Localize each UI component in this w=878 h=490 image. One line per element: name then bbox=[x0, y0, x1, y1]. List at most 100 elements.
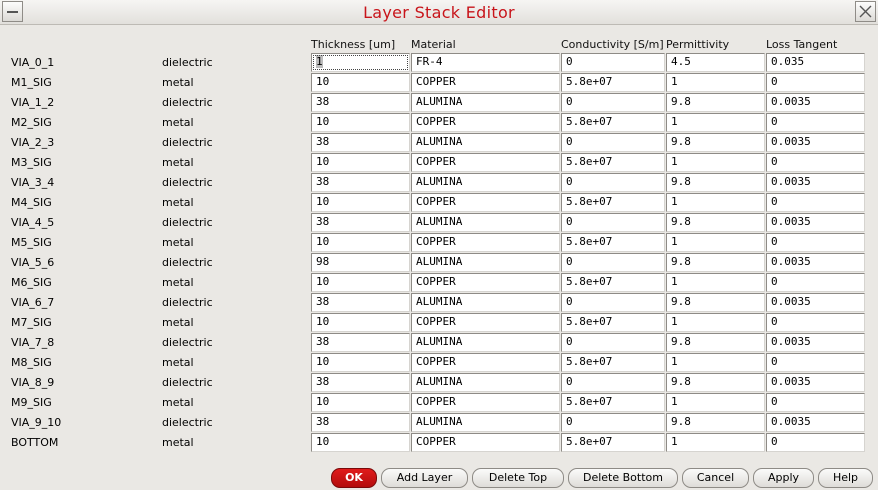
material-field[interactable]: ALUMINA bbox=[411, 133, 560, 152]
loss-tangent-field[interactable]: 0 bbox=[766, 273, 865, 292]
thickness-field[interactable]: 10 bbox=[311, 353, 410, 372]
add-layer-button[interactable]: Add Layer bbox=[381, 468, 468, 488]
conductivity-field[interactable]: 0 bbox=[561, 93, 665, 112]
loss-tangent-field[interactable]: 0 bbox=[766, 113, 865, 132]
cancel-button[interactable]: Cancel bbox=[682, 468, 749, 488]
ok-button[interactable]: OK bbox=[331, 468, 377, 488]
apply-button[interactable]: Apply bbox=[753, 468, 814, 488]
permittivity-field[interactable]: 9.8 bbox=[666, 293, 765, 312]
permittivity-field[interactable]: 9.8 bbox=[666, 253, 765, 272]
conductivity-field[interactable]: 5.8e+07 bbox=[561, 113, 665, 132]
permittivity-field[interactable]: 9.8 bbox=[666, 133, 765, 152]
material-field[interactable]: COPPER bbox=[411, 393, 560, 412]
loss-tangent-field[interactable]: 0.0035 bbox=[766, 133, 865, 152]
loss-tangent-field[interactable]: 0.035 bbox=[766, 53, 865, 72]
delete-top-button[interactable]: Delete Top bbox=[472, 468, 564, 488]
material-field[interactable]: COPPER bbox=[411, 233, 560, 252]
conductivity-field[interactable]: 0 bbox=[561, 333, 665, 352]
conductivity-field[interactable]: 5.8e+07 bbox=[561, 153, 665, 172]
material-field[interactable]: COPPER bbox=[411, 153, 560, 172]
thickness-field[interactable]: 38 bbox=[311, 93, 410, 112]
material-field[interactable]: ALUMINA bbox=[411, 93, 560, 112]
loss-tangent-field[interactable]: 0.0035 bbox=[766, 413, 865, 432]
material-field[interactable]: COPPER bbox=[411, 113, 560, 132]
thickness-field[interactable]: 10 bbox=[311, 393, 410, 412]
material-field[interactable]: COPPER bbox=[411, 313, 560, 332]
permittivity-field[interactable]: 1 bbox=[666, 433, 765, 452]
material-field[interactable]: COPPER bbox=[411, 433, 560, 452]
help-button[interactable]: Help bbox=[818, 468, 873, 488]
thickness-field[interactable]: 10 bbox=[311, 153, 410, 172]
permittivity-field[interactable]: 9.8 bbox=[666, 373, 765, 392]
permittivity-field[interactable]: 1 bbox=[666, 153, 765, 172]
thickness-field[interactable]: 10 bbox=[311, 73, 410, 92]
conductivity-field[interactable]: 0 bbox=[561, 133, 665, 152]
thickness-field[interactable]: 38 bbox=[311, 293, 410, 312]
thickness-field[interactable]: 38 bbox=[311, 213, 410, 232]
loss-tangent-field[interactable]: 0.0035 bbox=[766, 333, 865, 352]
loss-tangent-field[interactable]: 0.0035 bbox=[766, 253, 865, 272]
permittivity-field[interactable]: 4.5 bbox=[666, 53, 765, 72]
thickness-field[interactable]: 10 bbox=[311, 313, 410, 332]
material-field[interactable]: COPPER bbox=[411, 73, 560, 92]
thickness-field[interactable]: 10 bbox=[311, 433, 410, 452]
thickness-field[interactable]: 38 bbox=[311, 413, 410, 432]
conductivity-field[interactable]: 5.8e+07 bbox=[561, 193, 665, 212]
conductivity-field[interactable]: 0 bbox=[561, 413, 665, 432]
conductivity-field[interactable]: 5.8e+07 bbox=[561, 433, 665, 452]
loss-tangent-field[interactable]: 0.0035 bbox=[766, 293, 865, 312]
permittivity-field[interactable]: 1 bbox=[666, 113, 765, 132]
loss-tangent-field[interactable]: 0 bbox=[766, 313, 865, 332]
loss-tangent-field[interactable]: 0 bbox=[766, 153, 865, 172]
thickness-field[interactable]: 10 bbox=[311, 113, 410, 132]
material-field[interactable]: COPPER bbox=[411, 353, 560, 372]
permittivity-field[interactable]: 1 bbox=[666, 193, 765, 212]
conductivity-field[interactable]: 0 bbox=[561, 53, 665, 72]
permittivity-field[interactable]: 1 bbox=[666, 393, 765, 412]
loss-tangent-field[interactable]: 0.0035 bbox=[766, 373, 865, 392]
loss-tangent-field[interactable]: 0 bbox=[766, 193, 865, 212]
material-field[interactable]: ALUMINA bbox=[411, 413, 560, 432]
thickness-field[interactable]: 98 bbox=[311, 253, 410, 272]
permittivity-field[interactable]: 9.8 bbox=[666, 173, 765, 192]
conductivity-field[interactable]: 0 bbox=[561, 293, 665, 312]
thickness-field[interactable]: 1 bbox=[311, 53, 410, 72]
material-field[interactable]: ALUMINA bbox=[411, 333, 560, 352]
conductivity-field[interactable]: 5.8e+07 bbox=[561, 393, 665, 412]
loss-tangent-field[interactable]: 0.0035 bbox=[766, 213, 865, 232]
thickness-field[interactable]: 10 bbox=[311, 273, 410, 292]
material-field[interactable]: ALUMINA bbox=[411, 213, 560, 232]
conductivity-field[interactable]: 5.8e+07 bbox=[561, 73, 665, 92]
loss-tangent-field[interactable]: 0 bbox=[766, 73, 865, 92]
thickness-field[interactable]: 38 bbox=[311, 333, 410, 352]
loss-tangent-field[interactable]: 0 bbox=[766, 393, 865, 412]
material-field[interactable]: COPPER bbox=[411, 193, 560, 212]
material-field[interactable]: ALUMINA bbox=[411, 253, 560, 272]
conductivity-field[interactable]: 0 bbox=[561, 173, 665, 192]
material-field[interactable]: FR-4 bbox=[411, 53, 560, 72]
thickness-field[interactable]: 10 bbox=[311, 233, 410, 252]
permittivity-field[interactable]: 9.8 bbox=[666, 93, 765, 112]
conductivity-field[interactable]: 5.8e+07 bbox=[561, 233, 665, 252]
material-field[interactable]: ALUMINA bbox=[411, 173, 560, 192]
permittivity-field[interactable]: 1 bbox=[666, 233, 765, 252]
conductivity-field[interactable]: 0 bbox=[561, 253, 665, 272]
permittivity-field[interactable]: 9.8 bbox=[666, 413, 765, 432]
loss-tangent-field[interactable]: 0 bbox=[766, 353, 865, 372]
conductivity-field[interactable]: 0 bbox=[561, 373, 665, 392]
loss-tangent-field[interactable]: 0.0035 bbox=[766, 173, 865, 192]
loss-tangent-field[interactable]: 0.0035 bbox=[766, 93, 865, 112]
permittivity-field[interactable]: 1 bbox=[666, 273, 765, 292]
thickness-field[interactable]: 38 bbox=[311, 173, 410, 192]
conductivity-field[interactable]: 5.8e+07 bbox=[561, 313, 665, 332]
thickness-field[interactable]: 38 bbox=[311, 373, 410, 392]
conductivity-field[interactable]: 0 bbox=[561, 213, 665, 232]
loss-tangent-field[interactable]: 0 bbox=[766, 233, 865, 252]
permittivity-field[interactable]: 9.8 bbox=[666, 333, 765, 352]
conductivity-field[interactable]: 5.8e+07 bbox=[561, 273, 665, 292]
material-field[interactable]: ALUMINA bbox=[411, 373, 560, 392]
conductivity-field[interactable]: 5.8e+07 bbox=[561, 353, 665, 372]
thickness-field[interactable]: 38 bbox=[311, 133, 410, 152]
loss-tangent-field[interactable]: 0 bbox=[766, 433, 865, 452]
delete-bottom-button[interactable]: Delete Bottom bbox=[568, 468, 678, 488]
